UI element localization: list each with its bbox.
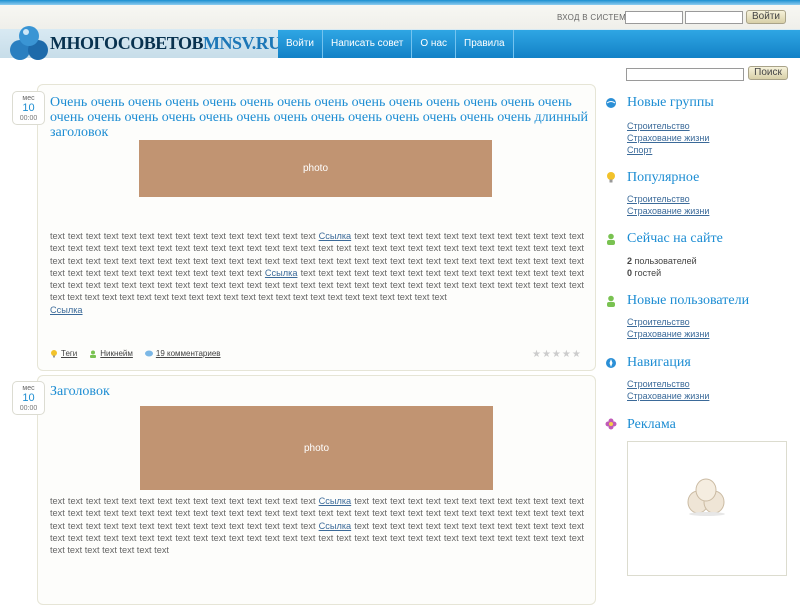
sidebar-link[interactable]: Страхование жизни: [627, 205, 709, 217]
sidebar-link[interactable]: Спорт: [627, 144, 709, 156]
rating-stars[interactable]: ★★★★★: [532, 349, 582, 360]
popular-list: Строительство Страхование жизни: [627, 193, 709, 217]
bulb-icon: [607, 172, 615, 183]
post-link[interactable]: Ссылка: [319, 521, 352, 531]
sidebar-link[interactable]: Строительство: [627, 378, 709, 390]
post-date: мес 10 00:00: [12, 381, 45, 415]
post-footer: Теги Никнейм 19 комментариев: [50, 349, 221, 358]
new-users-title: Новые пользователи: [627, 293, 750, 308]
login-label: ВХОД В СИСТЕМУ: [557, 13, 632, 22]
globe-icon: [606, 98, 616, 108]
site-logo[interactable]: МНОГОСОВЕТОВMNSV.RU: [50, 33, 281, 54]
bulb-icon: [51, 349, 57, 358]
post-link[interactable]: Ссылка: [319, 231, 352, 241]
post-link[interactable]: Ссылка: [265, 268, 298, 278]
nav-rules[interactable]: Правила: [456, 30, 514, 58]
logo-icon: [10, 26, 48, 60]
tags[interactable]: Теги: [50, 349, 77, 358]
nav-about[interactable]: О нас: [412, 30, 457, 58]
search-button[interactable]: Поиск: [748, 66, 788, 80]
post-date: мес 10 00:00: [12, 91, 45, 125]
nav-login[interactable]: Войти: [278, 30, 323, 58]
popular-title: Популярное: [627, 170, 700, 185]
user-icon: [607, 295, 615, 307]
online-stats: 2 пользователей 0 гостей: [627, 256, 697, 278]
user-icon: [90, 350, 97, 358]
post-link[interactable]: Ссылка: [50, 305, 83, 315]
sidebar-link[interactable]: Страхование жизни: [627, 390, 709, 402]
login-username-input[interactable]: [625, 11, 683, 24]
sidebar-link[interactable]: Строительство: [627, 193, 709, 205]
sidebar-link[interactable]: Страхование жизни: [627, 132, 709, 144]
comments-link[interactable]: 19 комментариев: [144, 349, 221, 358]
sidebar-link[interactable]: Страхование жизни: [627, 328, 709, 340]
login-button[interactable]: Войти: [746, 10, 786, 24]
post-body: text text text text text text text text …: [50, 496, 584, 556]
post-title[interactable]: Очень очень очень очень очень очень очен…: [50, 95, 590, 140]
new-users-list: Строительство Страхование жизни: [627, 316, 709, 340]
comment-icon: [144, 350, 153, 357]
sidebar-link[interactable]: Строительство: [627, 120, 709, 132]
online-title: Сейчас на сайте: [627, 231, 723, 246]
sidebar-link[interactable]: Строительство: [627, 316, 709, 328]
ad-banner[interactable]: [627, 441, 787, 576]
login-password-input[interactable]: [685, 11, 743, 24]
post-body: text text text text text text text text …: [50, 231, 584, 315]
post-photo: photo: [139, 140, 492, 197]
post-photo: photo: [140, 406, 493, 490]
post-link[interactable]: Ссылка: [319, 496, 352, 506]
user-icon: [607, 233, 615, 245]
ads-title: Реклама: [627, 417, 676, 432]
nav-write-tip[interactable]: Написать совет: [323, 30, 413, 58]
new-groups-list: Строительство Страхование жизни Спорт: [627, 120, 709, 156]
post-title[interactable]: Заголовок: [50, 384, 590, 399]
author[interactable]: Никнейм: [89, 349, 133, 358]
new-groups-title: Новые группы: [627, 95, 714, 110]
flower-icon: [605, 418, 617, 430]
search-input[interactable]: [626, 68, 744, 81]
compass-icon: [606, 358, 616, 368]
main-nav: Войти Написать совет О нас Правила: [278, 30, 800, 58]
logo-eggs-icon: [687, 478, 725, 516]
navigation-list: Строительство Страхование жизни: [627, 378, 709, 402]
navigation-title: Навигация: [627, 355, 691, 370]
